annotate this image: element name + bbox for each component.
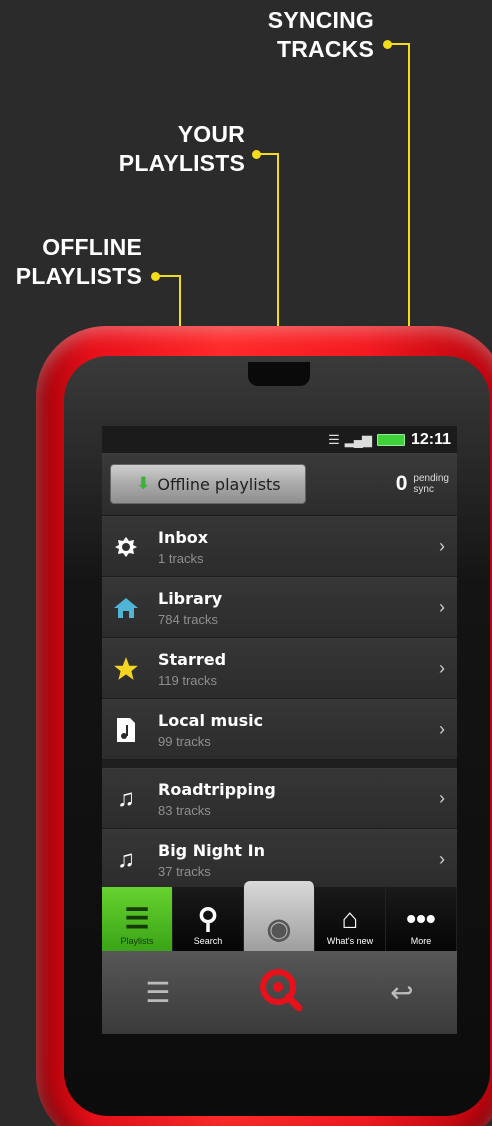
tab-playlists[interactable]: ☰ Playlists: [102, 887, 173, 951]
list-item-subtitle: 37 tracks: [158, 863, 211, 879]
pending-label-line: sync: [413, 484, 434, 495]
offline-bar: ⬇ Offline playlists 0 pending sync: [102, 453, 457, 516]
tab-more[interactable]: ••• More: [386, 887, 457, 951]
list-item-text: Starred 119 tracks: [158, 650, 427, 688]
star-icon: [110, 653, 142, 685]
list-item-subtitle: 119 tracks: [158, 672, 218, 688]
chevron-right-icon: ›: [439, 788, 445, 808]
pending-label-line: pending: [413, 473, 449, 484]
tab-label: Search: [193, 936, 223, 946]
phone-speaker: [248, 362, 310, 386]
pending-sync: 0 pending sync: [396, 472, 449, 496]
bottom-tab-bar: ☰ Playlists ⚲ Search ◉ ⌂ What's new ••• …: [102, 881, 457, 951]
chevron-right-icon: ›: [439, 719, 445, 739]
list-item-subtitle: 99 tracks: [158, 733, 211, 749]
chevron-right-icon: ›: [439, 597, 445, 617]
list-item-starred[interactable]: Starred 119 tracks ›: [102, 638, 457, 699]
library-list: Inbox 1 tracks › Library 784 tracks › St…: [102, 516, 457, 890]
list-item-title: Inbox: [158, 527, 209, 547]
music-note-icon: ♫: [117, 784, 135, 812]
playlist-item-roadtripping[interactable]: ♫ Roadtripping 83 tracks ›: [102, 768, 457, 829]
wifi-icon: ☰: [328, 431, 340, 447]
playlists-icon: ☰: [124, 903, 150, 934]
list-item-subtitle: 83 tracks: [158, 802, 211, 818]
local-music-icon: [110, 714, 142, 746]
callout-line: PLAYLISTS: [15, 263, 142, 289]
chevron-right-icon: ›: [439, 658, 445, 678]
download-icon: ⬇: [136, 474, 151, 494]
more-icon: •••: [406, 903, 436, 934]
callout-line: PLAYLISTS: [118, 150, 245, 176]
offline-playlists-button[interactable]: ⬇ Offline playlists: [110, 464, 306, 504]
pending-sync-count: 0: [395, 472, 408, 495]
tab-label: More: [410, 936, 432, 946]
home-icon: ⌂: [341, 903, 359, 934]
list-item-title: Roadtripping: [158, 779, 276, 799]
search-icon: ⚲: [197, 903, 219, 934]
callout-offline-playlists: OFFLINE PLAYLISTS: [4, 233, 142, 291]
callout-line: TRACKS: [276, 36, 374, 62]
list-item-title: Library: [158, 588, 223, 608]
list-item-title: Big Night In: [158, 840, 265, 860]
list-item-local-music[interactable]: Local music 99 tracks ›: [102, 699, 457, 760]
android-softkeys: ☰ ↩: [102, 951, 457, 1034]
callout-line: YOUR: [177, 121, 245, 147]
app-screen: ☰ ▂▄▆ 12:11 ⬇ Offline playlists 0 pendin…: [102, 426, 457, 1034]
now-playing-icon: ◉: [266, 913, 292, 944]
tab-label: Playlists: [120, 936, 154, 946]
tab-whats-new[interactable]: ⌂ What's new: [315, 887, 386, 951]
callout-line-horizontal: [155, 275, 181, 277]
spotify-search-icon[interactable]: [257, 966, 303, 1019]
callout-line-horizontal: [256, 153, 279, 155]
pending-sync-label: pending sync: [413, 473, 449, 495]
list-item-text: Roadtripping 83 tracks: [158, 780, 427, 818]
inbox-icon: [110, 531, 142, 563]
status-bar: ☰ ▂▄▆ 12:11: [102, 426, 457, 453]
list-item-text: Library 784 tracks: [158, 589, 427, 627]
list-item-title: Local music: [158, 710, 264, 730]
list-item-library[interactable]: Library 784 tracks ›: [102, 577, 457, 638]
list-item-text: Local music 99 tracks: [158, 711, 427, 749]
callout-line: OFFLINE: [42, 234, 142, 260]
tab-label: What's new: [326, 936, 374, 946]
music-note-icon: ♫: [117, 845, 135, 873]
list-item-subtitle: 784 tracks: [158, 611, 218, 627]
signal-icon: ▂▄▆: [344, 431, 372, 447]
list-item-text: Inbox 1 tracks: [158, 528, 427, 566]
offline-playlists-label: Offline playlists: [157, 474, 281, 494]
callout-your-playlists: YOUR PLAYLISTS: [100, 120, 245, 178]
battery-icon: [376, 433, 405, 446]
chevron-right-icon: ›: [439, 536, 445, 556]
tab-now-playing[interactable]: ◉: [244, 881, 315, 951]
list-item-subtitle: 1 tracks: [158, 550, 204, 566]
list-item-title: Starred: [158, 649, 227, 669]
tab-search[interactable]: ⚲ Search: [173, 887, 244, 951]
list-item-inbox[interactable]: Inbox 1 tracks ›: [102, 516, 457, 577]
library-icon: [110, 592, 142, 624]
callout-line: SYNCING: [267, 7, 374, 33]
menu-icon[interactable]: ☰: [145, 976, 170, 1009]
chevron-right-icon: ›: [439, 849, 445, 869]
callout-syncing-tracks: SYNCING TRACKS: [254, 6, 374, 64]
status-clock: 12:11: [410, 430, 451, 448]
callout-line-horizontal: [387, 43, 410, 45]
list-divider: [102, 760, 457, 768]
back-icon[interactable]: ↩: [390, 976, 413, 1009]
list-item-text: Big Night In 37 tracks: [158, 841, 427, 879]
